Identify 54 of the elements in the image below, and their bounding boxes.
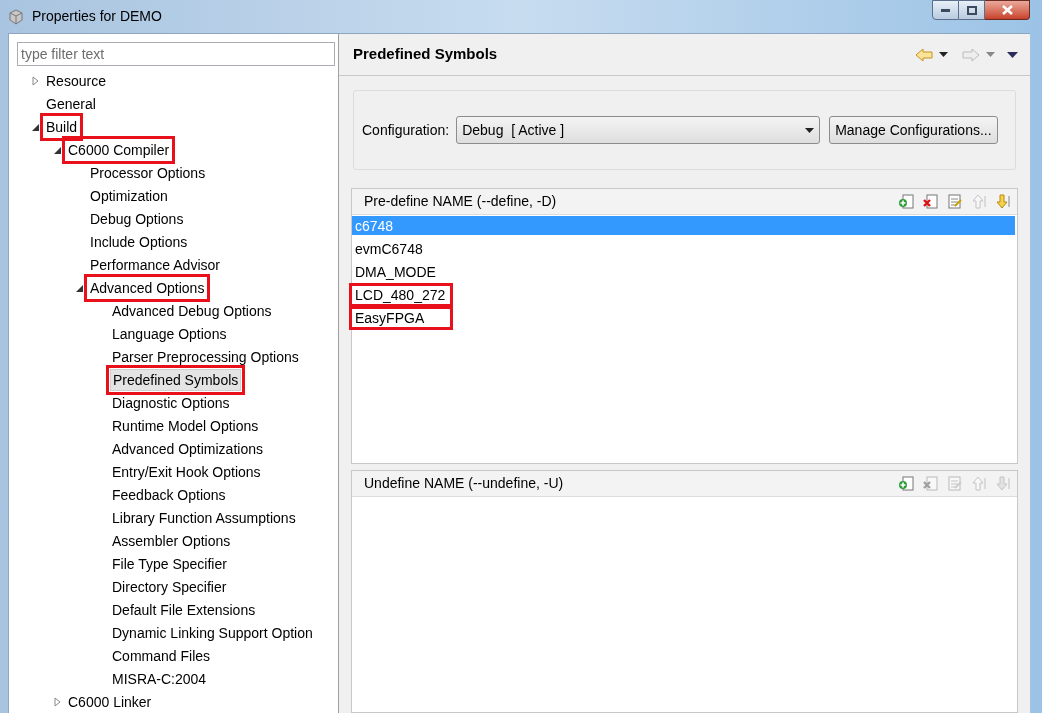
manage-configurations-button[interactable]: Manage Configurations... [829, 116, 998, 144]
list-title: Undefine NAME (--undefine, -U) [364, 474, 564, 493]
tree-item[interactable]: Dynamic Linking Support Option [110, 622, 315, 643]
list-item[interactable]: evmC6748 [352, 239, 426, 258]
minimize-icon [941, 8, 950, 12]
tree-item[interactable]: Library Function Assumptions [110, 507, 298, 528]
delete-icon[interactable] [922, 193, 939, 210]
forward-arrow-icon [962, 47, 980, 62]
tree-item[interactable]: Optimization [88, 185, 170, 206]
add-icon[interactable] [898, 475, 915, 492]
add-icon[interactable] [898, 193, 915, 210]
tree-item[interactable]: Entry/Exit Hook Options [110, 461, 263, 482]
caret-icon [986, 52, 995, 57]
tree-item[interactable]: File Type Specifier [110, 553, 229, 574]
tree-item[interactable]: Resource [44, 70, 108, 91]
menu-caret-icon[interactable] [1007, 51, 1018, 58]
filter-field[interactable]: type filter text [17, 42, 335, 66]
list-title: Pre-define NAME (--define, -D) [364, 192, 557, 211]
tree-item[interactable]: Include Options [88, 231, 190, 252]
maximize-icon [966, 5, 977, 15]
maximize-button[interactable] [959, 0, 985, 20]
tree-item[interactable]: MISRA-C:2004 [110, 668, 209, 689]
minimize-button[interactable] [932, 0, 959, 20]
tree-item[interactable]: Debug Options [88, 208, 186, 229]
tree-item[interactable]: General [44, 93, 98, 114]
close-icon [1001, 5, 1013, 15]
window-title: Properties for DEMO [32, 7, 162, 26]
back-arrow-icon[interactable] [915, 47, 933, 62]
tree-item[interactable]: Parser Preprocessing Options [110, 346, 301, 367]
list-item[interactable]: LCD_480_272 [352, 285, 450, 304]
tree-item[interactable]: Runtime Model Options [110, 415, 261, 436]
configuration-label: Configuration: [362, 120, 450, 140]
app-icon [8, 8, 24, 25]
tree-item[interactable]: Diagnostic Options [110, 392, 232, 413]
tree-item[interactable]: Advanced Optimizations [110, 438, 265, 459]
caret-icon [805, 127, 815, 133]
tree-item[interactable]: Language Options [110, 323, 229, 344]
tree-item[interactable]: Performance Advisor [88, 254, 222, 275]
close-button[interactable] [985, 0, 1030, 20]
list-item[interactable]: DMA_MODE [352, 262, 439, 281]
tree-item[interactable]: C6000 Linker [66, 691, 154, 712]
edit-icon[interactable] [946, 193, 963, 210]
tree-item[interactable]: Processor Options [88, 162, 208, 183]
move-down-icon[interactable] [994, 193, 1011, 210]
list-item[interactable]: EasyFPGA [352, 308, 450, 327]
tree-item[interactable]: Feedback Options [110, 484, 228, 505]
tree-item[interactable]: Advanced Debug Options [110, 300, 274, 321]
tree-item[interactable]: Assembler Options [110, 530, 233, 551]
caret-icon[interactable] [939, 52, 948, 57]
tree-item[interactable]: Command Files [110, 645, 213, 666]
tree-item[interactable]: Directory Specifier [110, 576, 229, 597]
tree-item[interactable]: Default File Extensions [110, 599, 258, 620]
page-title: Predefined Symbols [353, 44, 498, 65]
configuration-dropdown[interactable]: Debug [ Active ] [456, 116, 821, 144]
